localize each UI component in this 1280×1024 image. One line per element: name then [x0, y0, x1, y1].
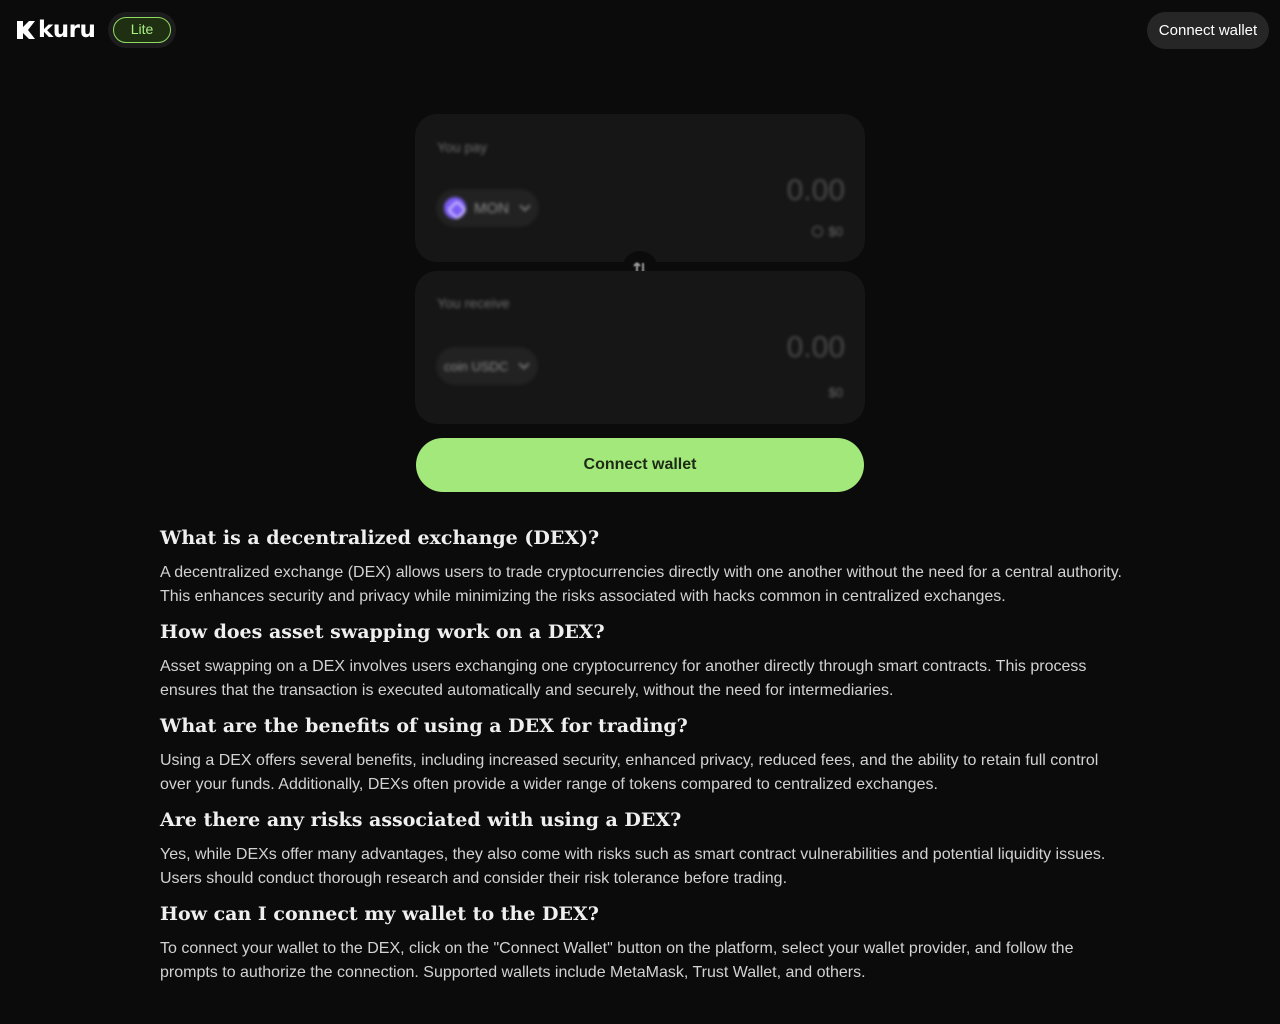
faq-section: What is a decentralized exchange (DEX)? … [160, 524, 1130, 994]
faq-answer: Using a DEX offers several benefits, inc… [160, 752, 1099, 793]
receive-usd-row: $0 [829, 385, 843, 400]
faq-item: How can I connect my wallet to the DEX? … [160, 900, 1130, 985]
lite-badge[interactable]: Lite [108, 12, 176, 48]
gas-icon [811, 226, 823, 237]
receive-panel: You receive coin USDC $0 [415, 271, 865, 424]
faq-answer: To connect your wallet to the DEX, click… [160, 940, 1074, 981]
monad-token-icon [444, 197, 466, 219]
logo-text: kuru [38, 17, 96, 43]
faq-question: What is a decentralized exchange (DEX)? [160, 527, 600, 549]
faq-question: Are there any risks associated with usin… [160, 809, 682, 831]
lite-badge-label: Lite [113, 17, 171, 43]
top-header: kuru Lite Connect wallet [0, 0, 1280, 60]
connect-wallet-button[interactable]: Connect wallet [416, 438, 864, 492]
faq-question: How does asset swapping work on a DEX? [160, 621, 605, 643]
receive-usd-value: $0 [828, 385, 843, 400]
pay-panel: You pay MON $0 [415, 114, 865, 262]
header-connect-wallet-button[interactable]: Connect wallet [1147, 12, 1269, 49]
pay-usd-row: $0 [811, 224, 843, 239]
kuru-logo-icon [17, 21, 35, 39]
faq-question: What are the benefits of using a DEX for… [160, 715, 688, 737]
pay-label: You pay [437, 139, 488, 155]
faq-item: What is a decentralized exchange (DEX)? … [160, 524, 1130, 609]
pay-amount-input[interactable] [645, 174, 845, 208]
receive-token-select[interactable]: coin USDC [436, 347, 539, 385]
receive-label: You receive [437, 295, 510, 311]
faq-item: How does asset swapping work on a DEX? A… [160, 618, 1130, 703]
pay-token-name: MON [474, 199, 509, 217]
chevron-down-icon [519, 200, 531, 212]
pay-usd-value: $0 [828, 224, 843, 239]
faq-question: How can I connect my wallet to the DEX? [160, 903, 599, 925]
chevron-down-icon [518, 358, 530, 370]
faq-answer: Yes, while DEXs offer many advantages, t… [160, 846, 1106, 887]
receive-token-name: coin USDC [444, 358, 509, 374]
faq-answer: Asset swapping on a DEX involves users e… [160, 658, 1087, 699]
kuru-logo[interactable]: kuru [16, 17, 96, 43]
pay-token-select[interactable]: MON [436, 189, 539, 227]
faq-answer: A decentralized exchange (DEX) allows us… [160, 564, 1122, 605]
faq-item: Are there any risks associated with usin… [160, 806, 1130, 891]
faq-item: What are the benefits of using a DEX for… [160, 712, 1130, 797]
receive-amount-input[interactable] [645, 331, 845, 365]
